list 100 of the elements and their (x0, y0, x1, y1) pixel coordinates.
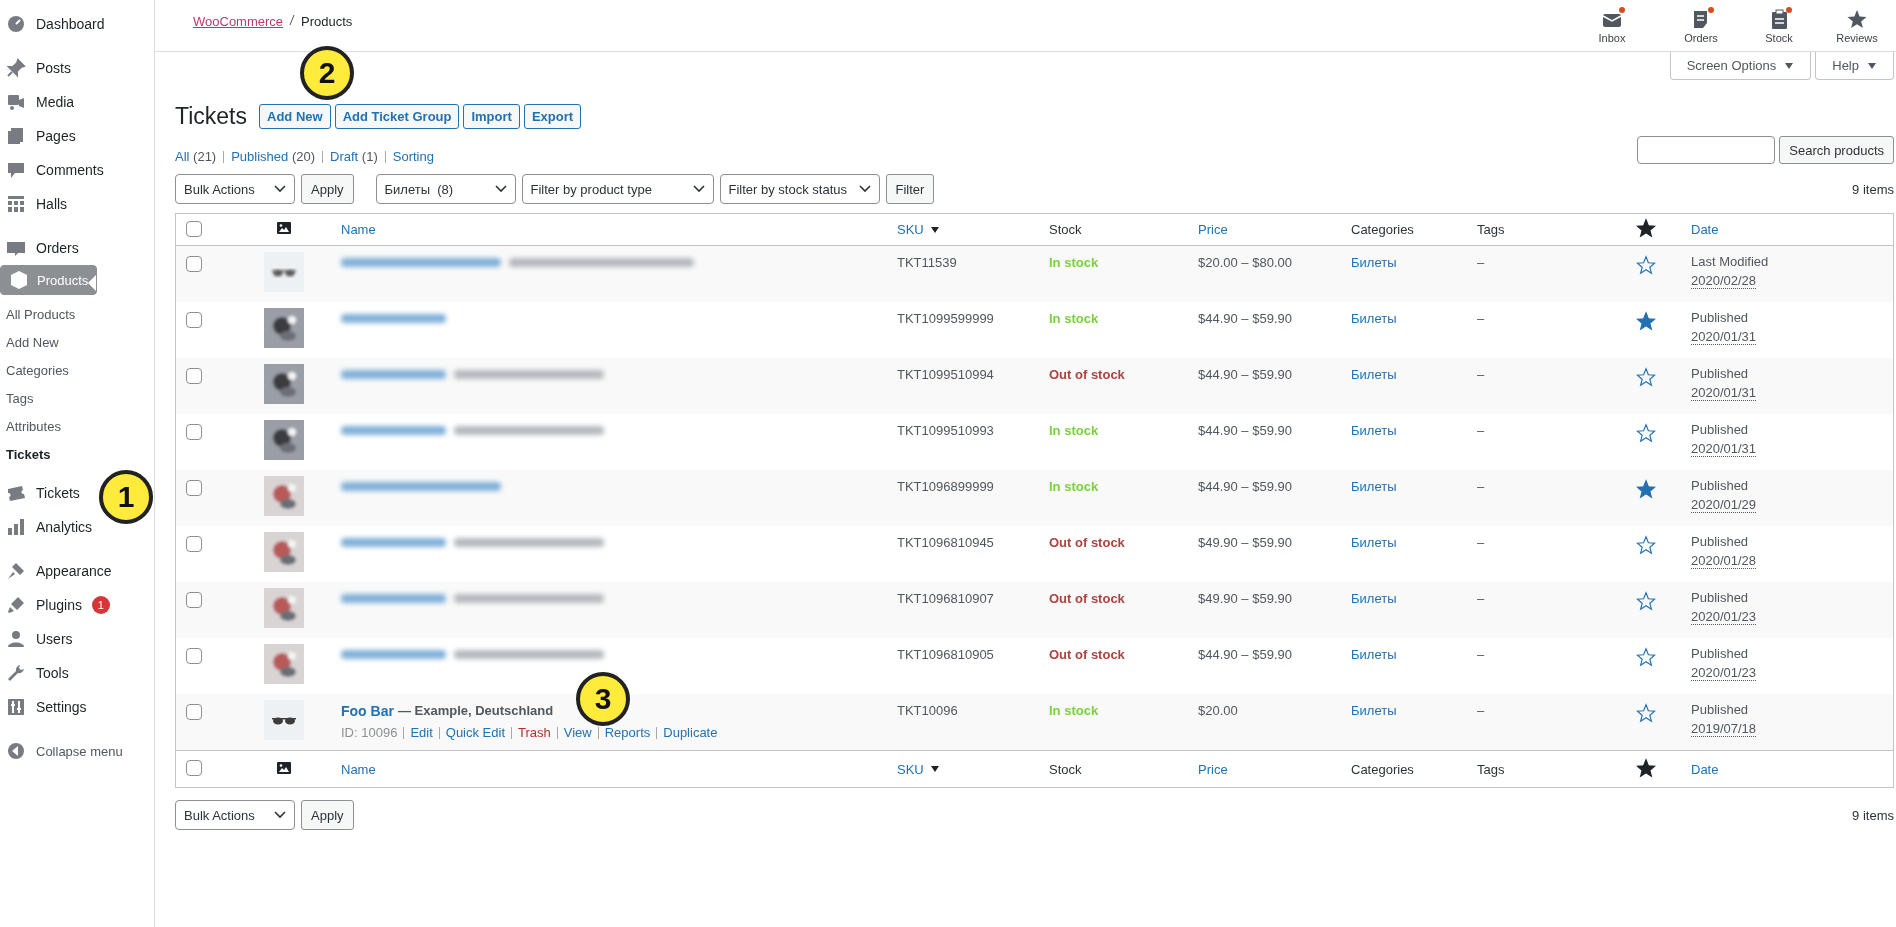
row-checkbox[interactable] (186, 368, 202, 384)
row-action-link[interactable]: Quick Edit (445, 725, 506, 740)
search-field[interactable] (1637, 136, 1776, 164)
product-name-link[interactable]: Foo Bar (341, 703, 394, 719)
apply-button[interactable]: Apply (301, 174, 354, 204)
category-link[interactable]: Билеты (1351, 311, 1397, 326)
category-link[interactable]: Билеты (1351, 591, 1397, 606)
category-link[interactable]: Билеты (1351, 367, 1397, 382)
column-header[interactable]: Date (1691, 761, 1719, 777)
row-action-link[interactable]: Trash (518, 725, 551, 740)
help-button[interactable]: Help (1815, 52, 1894, 80)
category-link[interactable]: Билеты (1351, 255, 1397, 270)
menu-item[interactable]: Media (0, 85, 83, 119)
filter-dropdown[interactable]: Filter by stock status (719, 174, 880, 204)
row-checkbox[interactable] (186, 480, 202, 496)
tags-text: – (1477, 311, 1485, 326)
column-header[interactable]: Name (341, 761, 376, 777)
column-header[interactable]: SKU (897, 222, 924, 237)
menu-item[interactable]: Plugins 1 (0, 588, 118, 622)
activity-button[interactable]: Orders (1662, 0, 1740, 51)
chevron-down-icon (274, 811, 286, 819)
menu-item[interactable]: Tools (0, 656, 77, 690)
select-all-checkbox[interactable] (186, 760, 202, 776)
collapse-menu-button[interactable]: Collapse menu (0, 734, 131, 768)
apply-button[interactable]: Apply (301, 800, 354, 830)
menu-item[interactable]: Dashboard (0, 7, 113, 41)
view-filter-link[interactable]: Published (20) (231, 149, 316, 164)
menu-item[interactable]: Orders (0, 231, 87, 265)
submenu-item[interactable]: Categories (0, 356, 154, 384)
category-link[interactable]: Билеты (1351, 535, 1397, 550)
activity-button[interactable]: Reviews (1818, 0, 1896, 51)
submenu-item[interactable]: All Products (0, 300, 154, 328)
row-checkbox[interactable] (186, 424, 202, 440)
category-link[interactable]: Билеты (1351, 647, 1397, 662)
date-status: Published (1691, 477, 1750, 495)
menu-item[interactable]: Pages (0, 119, 84, 153)
view-filter-link[interactable]: Draft (1) (330, 149, 378, 164)
column-header[interactable]: Price (1198, 761, 1228, 777)
row-action-link[interactable]: View (563, 725, 592, 740)
page-action-button[interactable]: Add Ticket Group (334, 104, 460, 129)
row-checkbox[interactable] (186, 648, 202, 664)
page-action-button[interactable]: Export (523, 104, 582, 129)
date-status: Last Modified (1691, 253, 1770, 271)
menu-item[interactable]: Posts (0, 51, 79, 85)
submenu-item[interactable]: Attributes (0, 412, 154, 440)
menu-item[interactable]: Tickets (0, 476, 88, 510)
column-header[interactable]: SKU (897, 761, 924, 777)
outline-star-icon[interactable] (1636, 703, 1656, 723)
page-action-button[interactable]: Import (463, 104, 520, 129)
column-header[interactable]: Date (1691, 222, 1719, 237)
filled-star-icon[interactable] (1636, 311, 1656, 331)
search-button[interactable]: Search products (1779, 136, 1894, 164)
outline-star-icon[interactable] (1636, 591, 1656, 611)
activity-button[interactable]: Stock (1740, 0, 1818, 51)
grid-icon (6, 194, 26, 214)
category-link[interactable]: Билеты (1351, 703, 1397, 718)
price-text: $20.00 – $80.00 (1198, 255, 1292, 270)
view-filter-link[interactable]: All (21) (175, 149, 217, 164)
caret-icon (1867, 61, 1877, 70)
row-checkbox[interactable] (186, 256, 202, 272)
sku-text: TKT1099510993 (897, 423, 994, 438)
submenu-item[interactable]: Tickets (0, 440, 154, 468)
menu-item[interactable]: Halls (0, 187, 76, 221)
select-all-checkbox[interactable] (186, 220, 202, 237)
bulk-actions-dropdown[interactable]: Bulk Actions (175, 800, 295, 830)
row-action-link[interactable]: Duplicate (663, 725, 718, 740)
stock-status: Out of stock (1049, 535, 1125, 550)
outline-star-icon[interactable] (1636, 423, 1656, 443)
page-action-button[interactable]: Add New (259, 104, 331, 129)
menu-item[interactable]: Appearance (0, 554, 120, 588)
outline-star-icon[interactable] (1636, 255, 1656, 275)
column-header[interactable]: Price (1198, 222, 1228, 237)
menu-item[interactable]: Comments (0, 153, 112, 187)
breadcrumb-link[interactable]: WooCommerce (193, 14, 284, 29)
row-checkbox[interactable] (186, 536, 202, 552)
menu-item[interactable]: Users (0, 622, 81, 656)
column-header[interactable]: Name (341, 222, 376, 237)
category-link[interactable]: Билеты (1351, 423, 1397, 438)
menu-item[interactable]: Settings (0, 690, 95, 724)
row-checkbox[interactable] (186, 312, 202, 328)
row-action-link[interactable]: Reports (604, 725, 651, 740)
category-link[interactable]: Билеты (1351, 479, 1397, 494)
bulk-actions-dropdown[interactable]: Bulk Actions (175, 174, 295, 204)
submenu-item[interactable]: Tags (0, 384, 154, 412)
menu-item[interactable]: Analytics (0, 510, 101, 544)
row-action-link[interactable]: Edit (410, 725, 433, 740)
submenu-item[interactable]: Add New (0, 328, 154, 356)
filter-button[interactable]: Filter (885, 174, 935, 204)
row-checkbox[interactable] (186, 592, 202, 608)
outline-star-icon[interactable] (1636, 535, 1656, 555)
row-checkbox[interactable] (186, 704, 202, 720)
view-filter-link[interactable]: Sorting (392, 149, 434, 164)
outline-star-icon[interactable] (1636, 647, 1656, 667)
outline-star-icon[interactable] (1636, 367, 1656, 387)
filter-dropdown[interactable]: Filter by product type (521, 174, 714, 204)
tags-text: – (1477, 535, 1485, 550)
filter-dropdown[interactable]: Билеты (8) (375, 174, 516, 204)
filled-star-icon[interactable] (1636, 479, 1656, 499)
activity-button[interactable]: Inbox (1562, 0, 1662, 51)
screen-options-button[interactable]: Screen Options (1669, 52, 1812, 80)
